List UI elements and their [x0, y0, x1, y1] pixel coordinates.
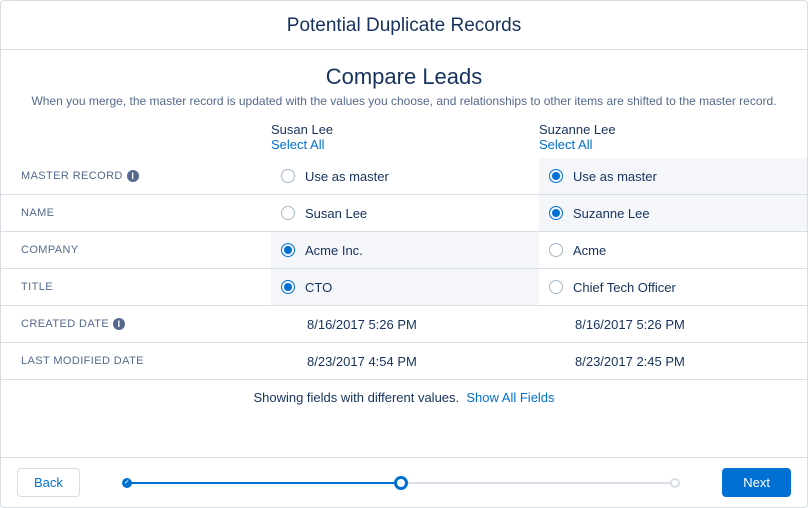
row-label-name: NAME	[1, 195, 271, 232]
progress-fill	[129, 482, 401, 484]
row-label-company: COMPANY	[1, 232, 271, 269]
modal-title: Potential Duplicate Records	[1, 1, 807, 50]
title-cell-0[interactable]: CTO	[271, 269, 539, 305]
modified-cell-1: 8/23/2017 2:45 PM	[539, 343, 807, 379]
select-all-0[interactable]: Select All	[271, 137, 539, 152]
footer-note: Showing fields with different values. Sh…	[1, 380, 807, 413]
radio-icon	[281, 206, 295, 220]
cell-value: Chief Tech Officer	[573, 280, 676, 295]
radio-icon	[281, 280, 295, 294]
master-cell-1[interactable]: Use as master	[539, 158, 807, 194]
cell-value: Acme Inc.	[305, 243, 363, 258]
subheader-description: When you merge, the master record is upd…	[21, 94, 787, 108]
modal-content: Compare Leads When you merge, the master…	[1, 50, 807, 457]
row-label-modified: LAST MODIFIED DATE	[1, 343, 271, 380]
title-cell-1[interactable]: Chief Tech Officer	[539, 269, 807, 305]
progress-indicator	[122, 476, 680, 490]
subheader: Compare Leads When you merge, the master…	[1, 50, 807, 118]
company-cell-1[interactable]: Acme	[539, 232, 807, 268]
cell-value: Suzanne Lee	[573, 206, 650, 221]
compare-table: Susan Lee Select All Suzanne Lee Select …	[1, 118, 807, 380]
footer-bar: Back Next	[1, 457, 807, 507]
row-label-master: MASTER RECORDi	[1, 158, 271, 195]
radio-icon	[281, 243, 295, 257]
cell-value: Use as master	[305, 169, 389, 184]
info-icon[interactable]: i	[127, 170, 139, 182]
company-cell-0[interactable]: Acme Inc.	[271, 232, 539, 268]
cell-value: Susan Lee	[305, 206, 367, 221]
info-icon[interactable]: i	[113, 318, 125, 330]
record-name-0: Susan Lee	[271, 118, 539, 137]
radio-icon	[549, 280, 563, 294]
progress-step-1	[122, 478, 132, 488]
created-cell-0: 8/16/2017 5:26 PM	[271, 306, 539, 342]
select-all-1[interactable]: Select All	[539, 137, 807, 152]
modified-cell-0: 8/23/2017 4:54 PM	[271, 343, 539, 379]
name-cell-0[interactable]: Susan Lee	[271, 195, 539, 231]
subheader-title: Compare Leads	[21, 64, 787, 90]
radio-icon	[549, 169, 563, 183]
created-cell-1: 8/16/2017 5:26 PM	[539, 306, 807, 342]
master-cell-0[interactable]: Use as master	[271, 158, 539, 194]
progress-step-2	[394, 476, 408, 490]
header-spacer	[1, 118, 271, 158]
name-cell-1[interactable]: Suzanne Lee	[539, 195, 807, 231]
row-label-title: TITLE	[1, 269, 271, 306]
cell-value: CTO	[305, 280, 332, 295]
row-label-created: CREATED DATEi	[1, 306, 271, 343]
radio-icon	[281, 169, 295, 183]
show-all-fields-link[interactable]: Show All Fields	[466, 390, 554, 405]
progress-step-3	[670, 478, 680, 488]
back-button[interactable]: Back	[17, 468, 80, 497]
cell-value: Use as master	[573, 169, 657, 184]
cell-value: Acme	[573, 243, 606, 258]
radio-icon	[549, 243, 563, 257]
next-button[interactable]: Next	[722, 468, 791, 497]
record-name-1: Suzanne Lee	[539, 118, 807, 137]
radio-icon	[549, 206, 563, 220]
